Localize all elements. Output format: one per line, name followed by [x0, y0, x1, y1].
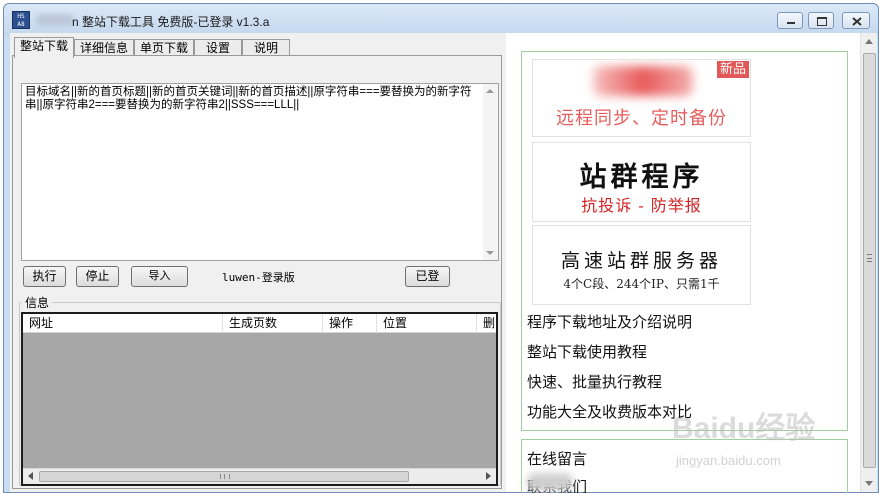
redacted-logo [593, 66, 693, 96]
right-pane-scrollbar[interactable] [860, 33, 877, 492]
column-action[interactable]: 操作 [323, 314, 377, 333]
link-site-download-tutorial[interactable]: 整站下载使用教程 [527, 341, 647, 362]
maximize-button[interactable] [808, 12, 834, 29]
column-pages[interactable]: 生成页数 [223, 314, 323, 333]
window-title: n 整站下载工具 免费版-已登录 v1.3.a [72, 15, 270, 29]
ad-banner-server-subtitle: 4个C段、244个IP、只需1千 [563, 277, 720, 291]
column-position[interactable]: 位置 [377, 314, 477, 333]
grip-icon [867, 254, 872, 262]
baidu-watermark: Baidu经验 jingyan.baidu.com [672, 403, 842, 473]
scroll-up-icon [486, 89, 494, 93]
run-button[interactable]: 执行 [23, 266, 66, 287]
ad-banner-sync[interactable]: 新品 远程同步、定时备份 [532, 59, 751, 137]
column-url[interactable]: 网址 [23, 314, 223, 333]
link-batch-tutorial[interactable]: 快速、批量执行教程 [527, 371, 662, 392]
minimize-icon [778, 13, 802, 28]
minimize-button[interactable] [777, 12, 803, 29]
link-feature-comparison[interactable]: 功能大全及收费版本对比 [527, 401, 692, 422]
ad-banner-sync-text: 远程同步、定时备份 [556, 108, 727, 129]
watermark-url: jingyan.baidu.com [676, 453, 781, 468]
ad-banner-server-title: 高速站群服务器 [560, 250, 722, 272]
scroll-down-icon [865, 481, 873, 486]
scroll-left-icon [28, 472, 33, 480]
maximize-icon [809, 13, 833, 28]
login-status-label: luwen-登录版 [222, 271, 295, 284]
close-icon [843, 13, 869, 28]
tab-site-download[interactable]: 整站下载 [14, 37, 74, 58]
scroll-down-icon [486, 251, 494, 255]
listview-hscrollbar[interactable] [23, 468, 496, 484]
redacted-name [36, 14, 74, 26]
config-textarea[interactable]: 目标域名||新的首页标题||新的首页关键词||新的首页描述||原字符串===要替… [21, 83, 499, 261]
grip-icon [220, 474, 230, 479]
listview-header: 网址 生成页数 操作 位置 删 [23, 314, 496, 333]
scroll-right-icon [486, 472, 491, 480]
login-button[interactable]: 已登 [405, 266, 450, 287]
app-logo-icon: HS A8 [12, 11, 30, 29]
info-group-title: 信息 [22, 294, 53, 311]
tab-panel: 目标域名||新的首页标题||新的首页关键词||新的首页描述||原字符串===要替… [12, 55, 502, 489]
textarea-scrollbar[interactable] [483, 84, 498, 260]
ad-banner-site-group-title: 站群程序 [579, 162, 704, 193]
column-delete[interactable]: 删 [477, 314, 496, 333]
link-online-message[interactable]: 在线留言 [527, 448, 587, 469]
ad-banner-site-group-subtitle: 抗投诉 - 防举报 [581, 196, 702, 215]
title-bar[interactable]: HS A8 n 整站下载工具 免费版-已登录 v1.3.a [4, 4, 878, 36]
info-listview[interactable]: 网址 生成页数 操作 位置 删 [21, 312, 498, 486]
ad-banner-site-group[interactable]: 站群程序 抗投诉 - 防举报 [532, 142, 751, 222]
config-text: 目标域名||新的首页标题||新的首页关键词||新的首页描述||原字符串===要替… [25, 86, 472, 111]
redacted-spot [527, 473, 573, 491]
ad-banner-server[interactable]: 高速站群服务器 4个C段、244个IP、只需1千 [532, 225, 751, 305]
import-button[interactable]: 导入 [131, 266, 188, 287]
new-badge: 新品 [716, 61, 749, 78]
watermark-main: Baidu经验 [672, 412, 816, 445]
vscroll-thumb[interactable] [863, 53, 876, 468]
link-download-info[interactable]: 程序下载地址及介绍说明 [527, 311, 692, 332]
hscroll-thumb[interactable] [39, 471, 409, 482]
close-button[interactable] [842, 12, 870, 29]
stop-button[interactable]: 停止 [76, 266, 119, 287]
scroll-up-icon [865, 39, 873, 44]
